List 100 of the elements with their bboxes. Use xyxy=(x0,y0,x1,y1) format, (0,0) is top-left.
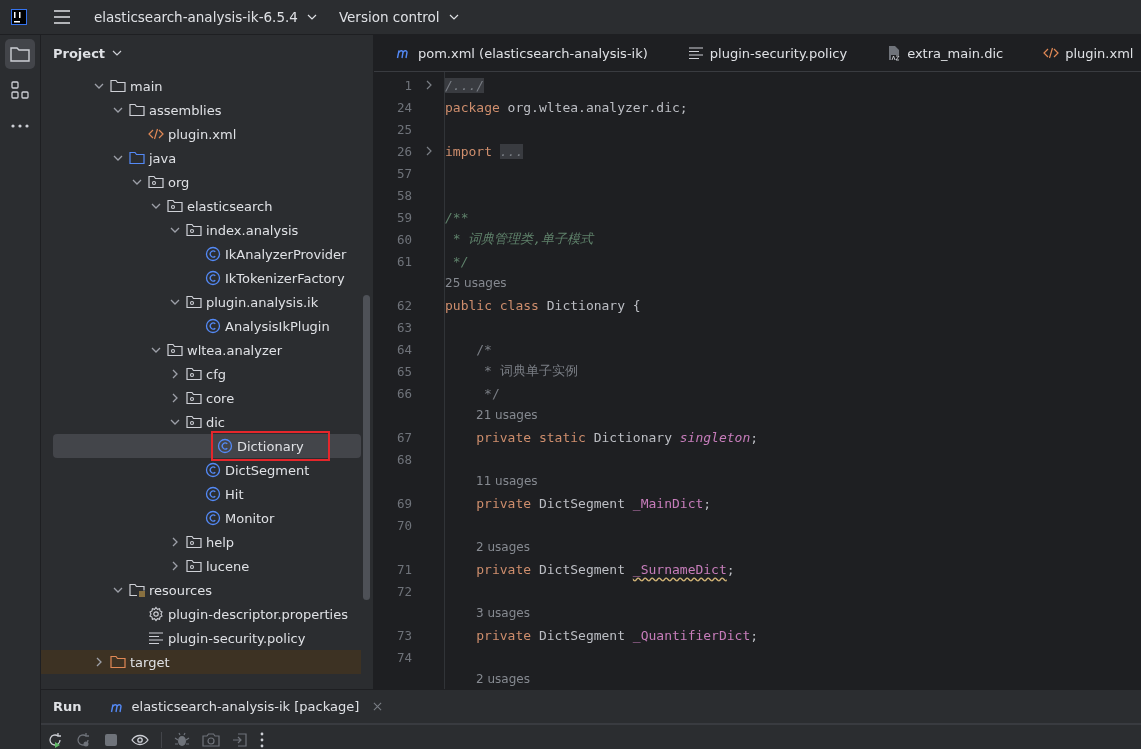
project-view-dropdown[interactable]: Project xyxy=(49,43,127,63)
tree-item[interactable]: Monitor xyxy=(41,506,361,530)
tree-item-label: lucene xyxy=(206,558,250,574)
tree-item[interactable]: assemblies xyxy=(41,98,361,122)
tree-item[interactable]: Dictionary xyxy=(53,434,361,458)
tree-item[interactable]: dic xyxy=(41,410,361,434)
tree-item[interactable]: Hit xyxy=(41,482,361,506)
project-folder-icon[interactable] xyxy=(5,39,35,69)
tree-item[interactable]: plugin-security.policy xyxy=(41,626,361,650)
enter-icon[interactable] xyxy=(232,732,248,748)
line-number: 65 xyxy=(395,363,412,379)
tree-item-label: plugin.xml xyxy=(168,126,237,142)
tree-item[interactable]: java xyxy=(41,146,361,170)
line-number: 63 xyxy=(395,319,412,335)
code-brackets-icon xyxy=(148,127,164,141)
tree-item[interactable]: AnalysisIkPlugin xyxy=(41,314,361,338)
usages-hint[interactable]: 21 usages xyxy=(445,408,538,422)
code-brackets-icon xyxy=(1043,46,1060,60)
usages-hint[interactable]: 2 usages xyxy=(445,540,530,554)
tree-item-label: help xyxy=(206,534,235,550)
vcs-dropdown[interactable]: Version control xyxy=(332,9,465,25)
fold-chevron-icon[interactable] xyxy=(425,80,432,90)
tree-item-label: plugin-security.policy xyxy=(168,630,306,646)
tree-item-label: Dictionary xyxy=(237,438,304,454)
line-number: 62 xyxy=(395,297,412,313)
editor-tab[interactable]: pom.xml (elasticsearch-analysis-ik) xyxy=(384,45,660,61)
class-icon xyxy=(205,486,221,502)
tree-item-label: elasticsearch xyxy=(187,198,273,214)
chevron-right-icon[interactable] xyxy=(172,537,178,547)
tree-item-label: target xyxy=(130,654,170,670)
chevron-down-icon[interactable] xyxy=(113,107,123,113)
tree-item[interactable]: plugin.xml xyxy=(41,122,361,146)
bug-icon[interactable] xyxy=(174,732,190,748)
chevron-down-icon[interactable] xyxy=(113,155,123,161)
chevron-down-icon[interactable] xyxy=(170,419,180,425)
editor-tab[interactable]: extra_main.dic xyxy=(875,45,1016,61)
tree-item[interactable]: index.analysis xyxy=(41,218,361,242)
code-line: package org.wltea.analyzer.dic; xyxy=(445,99,688,115)
tree-item[interactable]: target xyxy=(41,650,361,674)
package-folder-icon xyxy=(186,535,202,549)
editor-tab[interactable]: plugin-security.policy xyxy=(675,45,860,61)
tree-item[interactable]: lucene xyxy=(41,554,361,578)
text-lines-icon xyxy=(687,46,704,60)
run-tab[interactable]: elasticsearch-analysis-ik [package] xyxy=(109,699,383,714)
line-number: 59 xyxy=(395,209,412,225)
tree-item[interactable]: IkAnalyzerProvider xyxy=(41,242,361,266)
tree-item[interactable]: org xyxy=(41,170,361,194)
camera-icon[interactable] xyxy=(202,733,220,747)
chevron-down-icon[interactable] xyxy=(113,587,123,593)
close-icon[interactable] xyxy=(373,702,383,711)
chevron-down-icon[interactable] xyxy=(170,299,180,305)
editor-tab[interactable]: plugin.xml xyxy=(1031,45,1141,61)
folder-icon xyxy=(129,151,145,165)
tree-item[interactable]: main xyxy=(41,74,361,98)
tree-item[interactable]: resources xyxy=(41,578,361,602)
tree-item[interactable]: plugin-descriptor.properties xyxy=(41,602,361,626)
chevron-right-icon[interactable] xyxy=(172,393,178,403)
tree-item-label: plugin-descriptor.properties xyxy=(168,606,348,622)
tree-item[interactable]: DictSegment xyxy=(41,458,361,482)
stop-icon[interactable] xyxy=(103,732,119,748)
more-vertical-icon[interactable] xyxy=(260,732,264,748)
resources-folder-icon xyxy=(129,583,145,597)
menu-icon[interactable] xyxy=(54,10,70,24)
rerun-icon[interactable] xyxy=(47,732,63,748)
package-folder-icon xyxy=(186,559,202,573)
chevron-down-icon[interactable] xyxy=(170,227,180,233)
app-logo-icon[interactable] xyxy=(11,9,27,25)
chevron-down-icon[interactable] xyxy=(132,179,142,185)
tree-item[interactable]: elasticsearch xyxy=(41,194,361,218)
chevron-right-icon[interactable] xyxy=(96,657,102,667)
code-line: * 词典单子实例 xyxy=(483,362,578,380)
tree-item[interactable]: wltea.analyzer xyxy=(41,338,361,362)
tree-item[interactable]: help xyxy=(41,530,361,554)
package-folder-icon xyxy=(186,415,202,429)
tree-item[interactable]: plugin.analysis.ik xyxy=(41,290,361,314)
usages-hint[interactable]: 3 usages xyxy=(445,606,530,620)
chevron-right-icon[interactable] xyxy=(172,369,178,379)
tree-item-label: core xyxy=(206,390,235,406)
class-icon xyxy=(205,246,221,262)
tree-item[interactable]: core xyxy=(41,386,361,410)
rerun-failed-icon[interactable] xyxy=(75,732,91,748)
chevron-right-icon[interactable] xyxy=(172,561,178,571)
fold-chevron-icon[interactable] xyxy=(425,146,432,156)
usages-hint[interactable]: 11 usages xyxy=(445,474,538,488)
chevron-down-icon[interactable] xyxy=(151,347,161,353)
chevron-down-icon[interactable] xyxy=(94,83,104,89)
chevron-down-icon[interactable] xyxy=(151,203,161,209)
tree-item[interactable]: cfg xyxy=(41,362,361,386)
code-line: /** xyxy=(445,209,469,225)
eye-icon[interactable] xyxy=(131,734,149,746)
package-folder-icon xyxy=(148,175,164,189)
usages-hint[interactable]: 2 usages xyxy=(445,672,530,686)
line-number: 61 xyxy=(395,253,412,269)
gear-icon xyxy=(148,606,164,622)
usages-hint[interactable]: 25 usages xyxy=(445,276,507,290)
code-line: private DictSegment _SurnameDict; xyxy=(475,561,735,577)
tree-item[interactable]: IkTokenizerFactory xyxy=(41,266,361,290)
class-icon xyxy=(205,270,221,286)
scrollbar-thumb[interactable] xyxy=(363,295,370,600)
project-dropdown[interactable]: elasticsearch-analysis-ik-6.5.4 xyxy=(88,9,323,25)
